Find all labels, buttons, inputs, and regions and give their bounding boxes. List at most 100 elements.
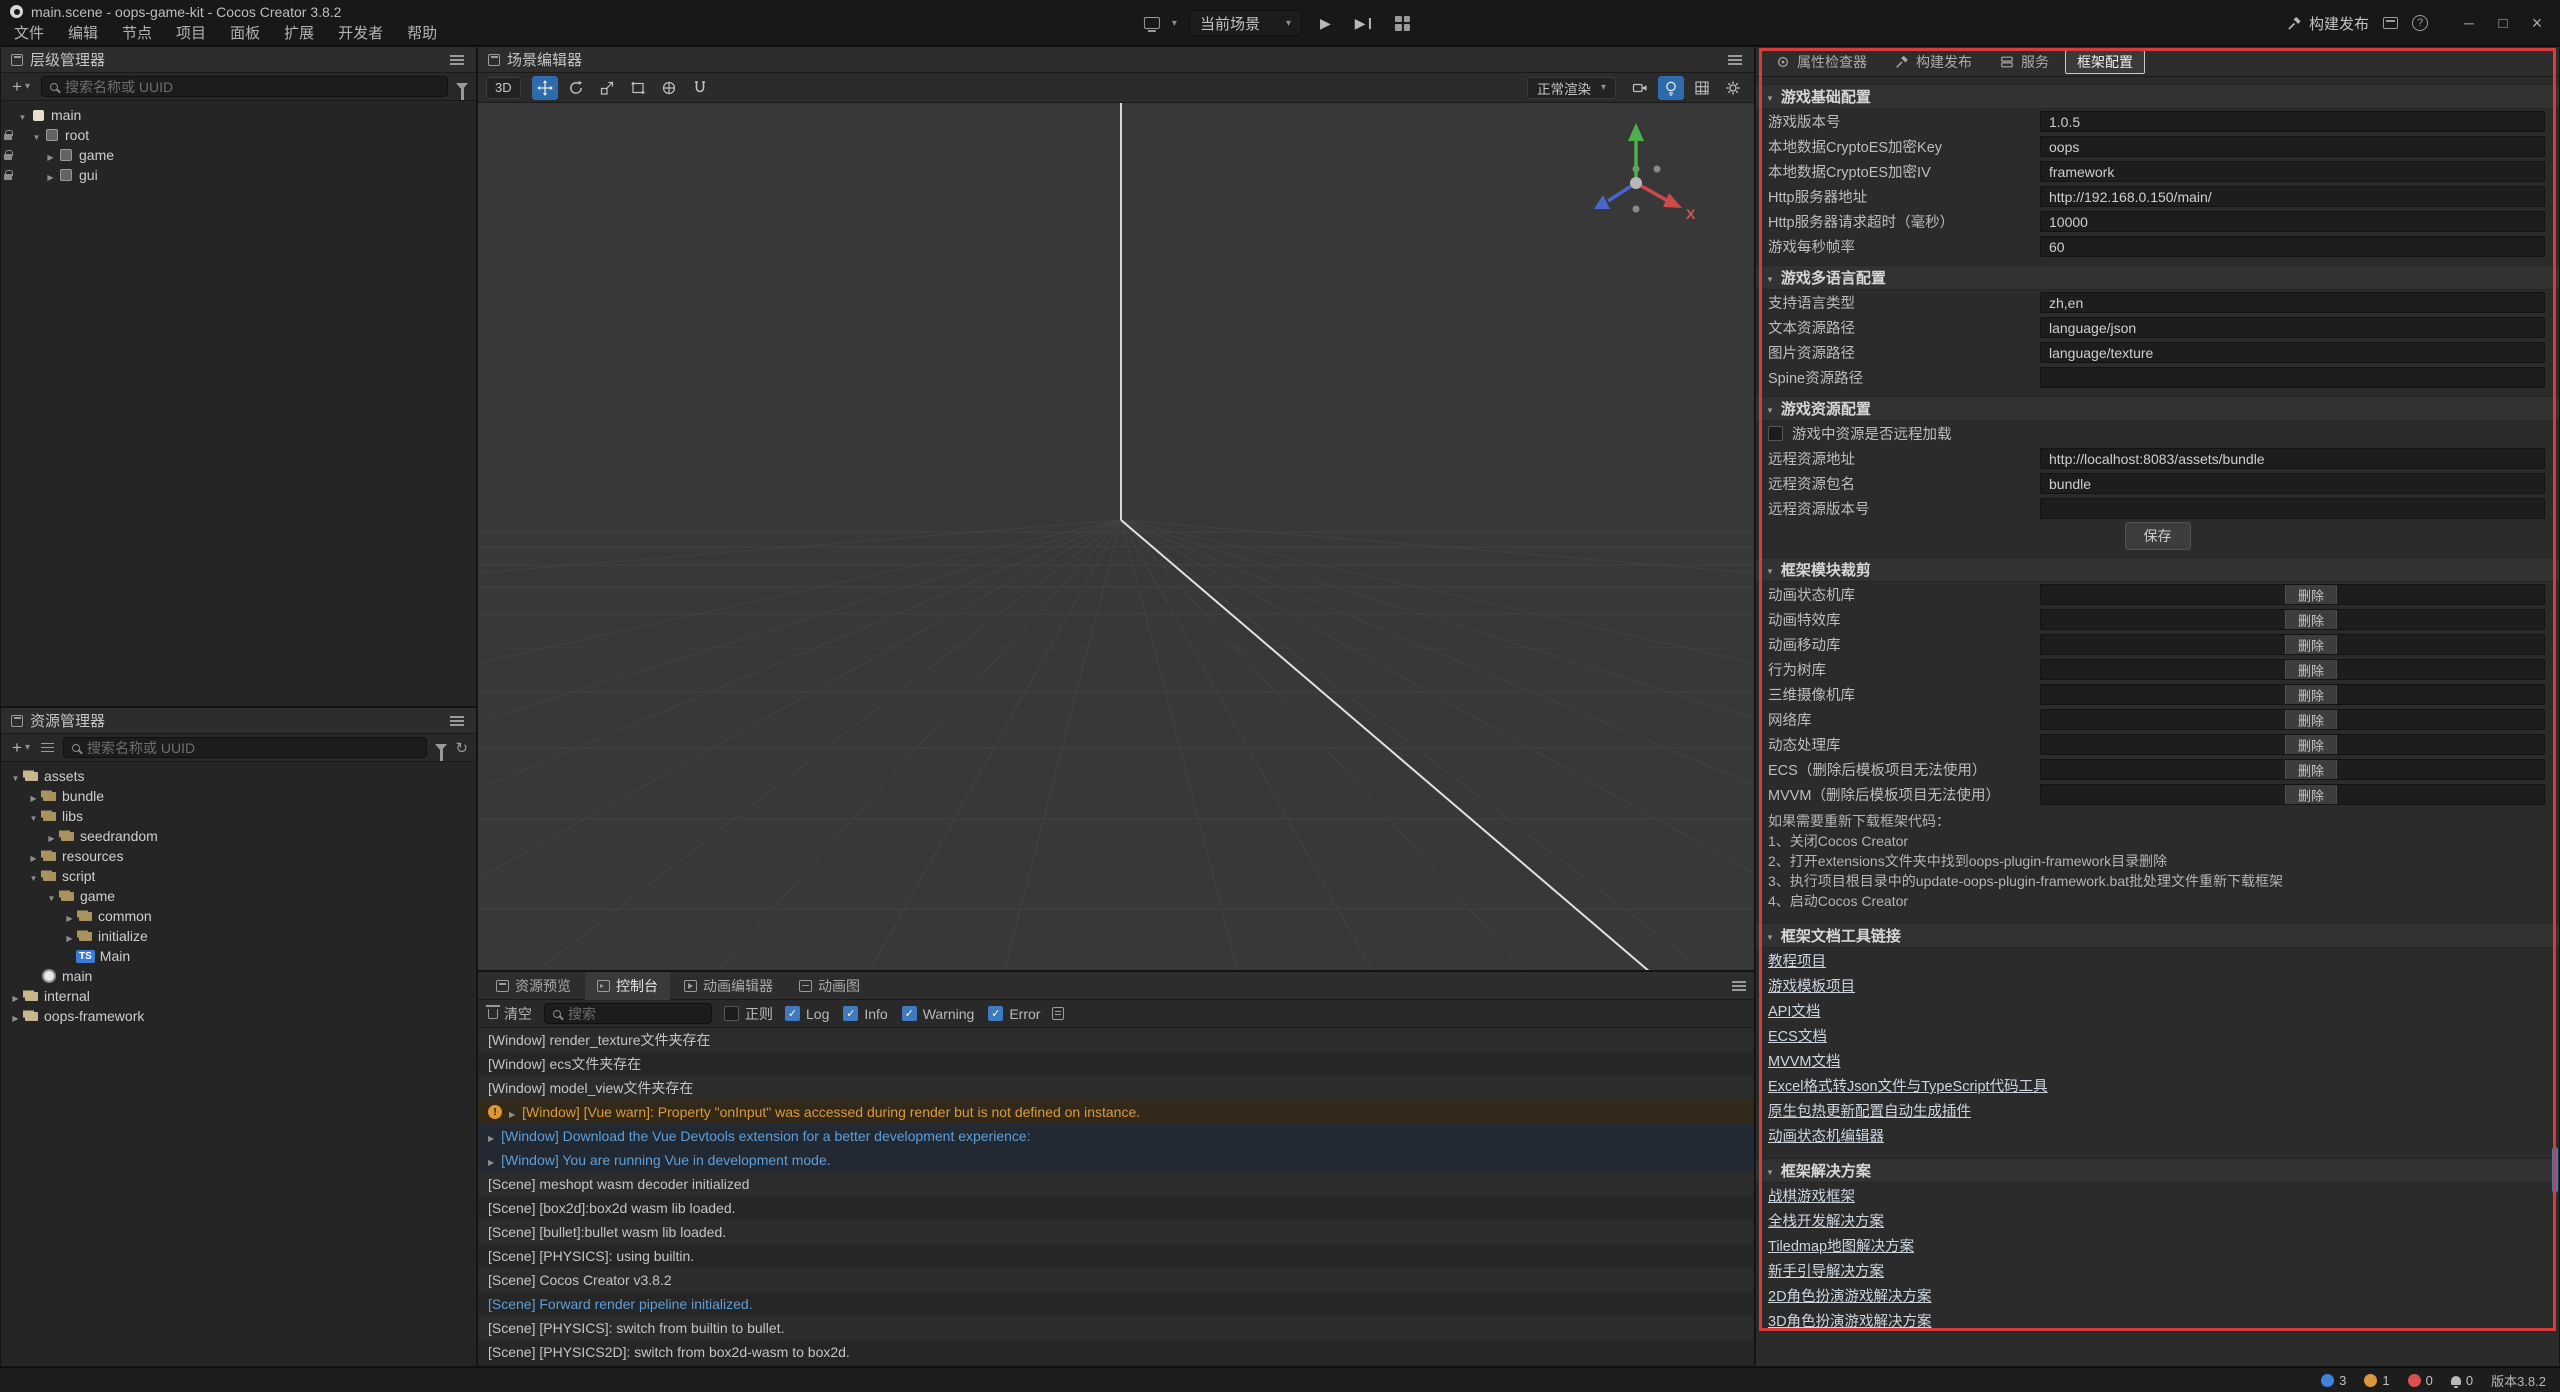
section-header[interactable]: 框架文档工具链接 xyxy=(1756,923,2559,948)
regex-checkbox[interactable]: 正则 xyxy=(724,1004,773,1024)
chevron-right-icon[interactable] xyxy=(488,1128,494,1144)
projection-3d-button[interactable]: 3D xyxy=(486,77,521,99)
tree-chevron-icon[interactable] xyxy=(27,788,40,804)
doc-link[interactable]: 动画状态机编辑器 xyxy=(1768,1125,1884,1150)
tab-console[interactable]: 控制台 xyxy=(585,972,670,1000)
tab-property-inspector[interactable]: 属性检查器 xyxy=(1764,50,1879,74)
delete-module-button[interactable]: 删除 xyxy=(2285,684,2337,705)
clear-console-button[interactable]: 清空 xyxy=(488,1004,532,1024)
log-row[interactable]: [Scene] [PHYSICS]: using builtin. xyxy=(478,1244,1754,1268)
tree-chevron-icon[interactable] xyxy=(44,167,57,183)
log-row[interactable]: [Window] ecs文件夹存在 xyxy=(478,1052,1754,1076)
module-path-field[interactable]: 删除 xyxy=(2040,634,2545,655)
asset-node-row[interactable]: game xyxy=(1,886,476,906)
module-path-field[interactable]: 删除 xyxy=(2040,759,2545,780)
solution-link[interactable]: 新手引导解决方案 xyxy=(1768,1260,1884,1285)
asset-node-row[interactable]: libs xyxy=(1,806,476,826)
log-row[interactable]: [Scene] [PHYSICS2D]: switch from box2d-w… xyxy=(478,1340,1754,1364)
tab-framework-config[interactable]: 框架配置 xyxy=(2065,50,2145,74)
config-input[interactable]: 60 xyxy=(2040,236,2545,257)
log-filter-checkbox[interactable]: Info xyxy=(843,1006,887,1022)
camera-button[interactable] xyxy=(1627,76,1653,100)
doc-link[interactable]: 教程项目 xyxy=(1768,950,1826,975)
module-path-field[interactable]: 删除 xyxy=(2040,709,2545,730)
module-path-field[interactable]: 删除 xyxy=(2040,659,2545,680)
rotate-tool-button[interactable] xyxy=(563,76,589,100)
log-row[interactable]: [Scene] [PHYSICS]: switch from builtin t… xyxy=(478,1316,1754,1340)
help-icon[interactable] xyxy=(2412,15,2428,31)
doc-link[interactable]: MVVM文档 xyxy=(1768,1050,1841,1075)
create-asset-button[interactable] xyxy=(9,738,33,758)
log-row[interactable]: [Scene] Cocos Creator v3.8.2 xyxy=(478,1268,1754,1292)
section-header[interactable]: 游戏基础配置 xyxy=(1756,84,2559,109)
doc-link[interactable]: 原生包热更新配置自动生成插件 xyxy=(1768,1100,1971,1125)
delete-module-button[interactable]: 删除 xyxy=(2285,659,2337,680)
sort-icon[interactable] xyxy=(41,743,55,753)
solution-link[interactable]: 全栈开发解决方案 xyxy=(1768,1210,1884,1235)
warning-counter[interactable]: 1 xyxy=(2364,1373,2389,1388)
tree-chevron-icon[interactable] xyxy=(16,107,29,123)
build-publish-button[interactable]: 构建发布 xyxy=(2287,13,2369,34)
solution-link[interactable]: Tiledmap地图解决方案 xyxy=(1768,1235,1914,1260)
tree-chevron-icon[interactable] xyxy=(63,928,76,944)
tab-animation-editor[interactable]: 动画编辑器 xyxy=(672,972,785,1000)
log-filter-checkbox[interactable]: Log xyxy=(785,1006,829,1022)
asset-node-row[interactable]: common xyxy=(1,906,476,926)
lock-icon[interactable] xyxy=(1,171,14,180)
tree-chevron-icon[interactable] xyxy=(27,848,40,864)
section-header[interactable]: 框架模块裁剪 xyxy=(1756,557,2559,582)
config-input[interactable]: 10000 xyxy=(2040,211,2545,232)
scene-select[interactable]: 当前场景 xyxy=(1189,10,1302,36)
filter-icon[interactable] xyxy=(456,83,468,90)
menu-item[interactable]: 开发者 xyxy=(326,23,395,45)
config-input[interactable] xyxy=(2040,498,2545,519)
snap-tool-button[interactable] xyxy=(687,76,713,100)
menu-item[interactable]: 扩展 xyxy=(272,23,326,45)
log-row[interactable]: [Scene] [box2d]:box2d wasm lib loaded. xyxy=(478,1196,1754,1220)
menu-item[interactable]: 项目 xyxy=(164,23,218,45)
log-filter-checkbox[interactable]: Error xyxy=(988,1006,1040,1022)
log-row[interactable]: [Window] render_texture文件夹存在 xyxy=(478,1028,1754,1052)
hierarchy-node-row[interactable]: gui xyxy=(1,165,476,185)
asset-node-row[interactable]: main xyxy=(1,966,476,986)
log-row[interactable]: [Window] [Vue warn]: Property "onInput" … xyxy=(478,1100,1754,1124)
tree-chevron-icon[interactable] xyxy=(9,988,22,1004)
log-row[interactable]: [Scene] Forward render pipeline initiali… xyxy=(478,1292,1754,1316)
hierarchy-node-row[interactable]: main xyxy=(1,105,476,125)
notification-counter[interactable]: 0 xyxy=(2451,1373,2473,1388)
error-counter[interactable]: 0 xyxy=(2408,1373,2433,1388)
caret-down-icon[interactable] xyxy=(1172,18,1177,29)
delete-module-button[interactable]: 删除 xyxy=(2285,584,2337,605)
asset-node-row[interactable]: internal xyxy=(1,986,476,1006)
assets-search-input[interactable] xyxy=(87,740,418,756)
doc-link[interactable]: 游戏模板项目 xyxy=(1768,975,1855,1000)
log-row[interactable]: [Scene] meshopt wasm decoder initialized xyxy=(478,1172,1754,1196)
tab-build-publish[interactable]: 构建发布 xyxy=(1883,50,1984,74)
config-input[interactable]: http://localhost:8083/assets/bundle xyxy=(2040,448,2545,469)
delete-module-button[interactable]: 删除 xyxy=(2285,759,2337,780)
panel-menu-icon[interactable] xyxy=(1728,59,1742,61)
tree-chevron-icon[interactable] xyxy=(63,908,76,924)
delete-module-button[interactable]: 删除 xyxy=(2285,734,2337,755)
doc-link[interactable]: ECS文档 xyxy=(1768,1025,1827,1050)
tree-chevron-icon[interactable] xyxy=(9,1008,22,1024)
config-input[interactable]: bundle xyxy=(2040,473,2545,494)
module-path-field[interactable]: 删除 xyxy=(2040,584,2545,605)
delete-module-button[interactable]: 删除 xyxy=(2285,709,2337,730)
delete-module-button[interactable]: 删除 xyxy=(2285,609,2337,630)
config-input[interactable]: http://192.168.0.150/main/ xyxy=(2040,186,2545,207)
lighting-button[interactable] xyxy=(1658,76,1684,100)
config-input[interactable]: 1.0.5 xyxy=(2040,111,2545,132)
minimize-button[interactable] xyxy=(2454,8,2484,38)
tab-asset-preview[interactable]: 资源预览 xyxy=(484,972,583,1000)
export-log-icon[interactable] xyxy=(1052,1007,1064,1020)
solution-link[interactable]: 3D角色扮演游戏解决方案 xyxy=(1768,1310,1932,1335)
tree-chevron-icon[interactable] xyxy=(27,808,40,824)
asset-node-row[interactable]: bundle xyxy=(1,786,476,806)
tree-chevron-icon[interactable] xyxy=(30,127,43,143)
gizmo-tool-button[interactable] xyxy=(656,76,682,100)
orientation-gizmo[interactable]: X xyxy=(1574,117,1704,237)
tree-chevron-icon[interactable] xyxy=(27,868,40,884)
scale-tool-button[interactable] xyxy=(594,76,620,100)
config-input[interactable]: framework xyxy=(2040,161,2545,182)
